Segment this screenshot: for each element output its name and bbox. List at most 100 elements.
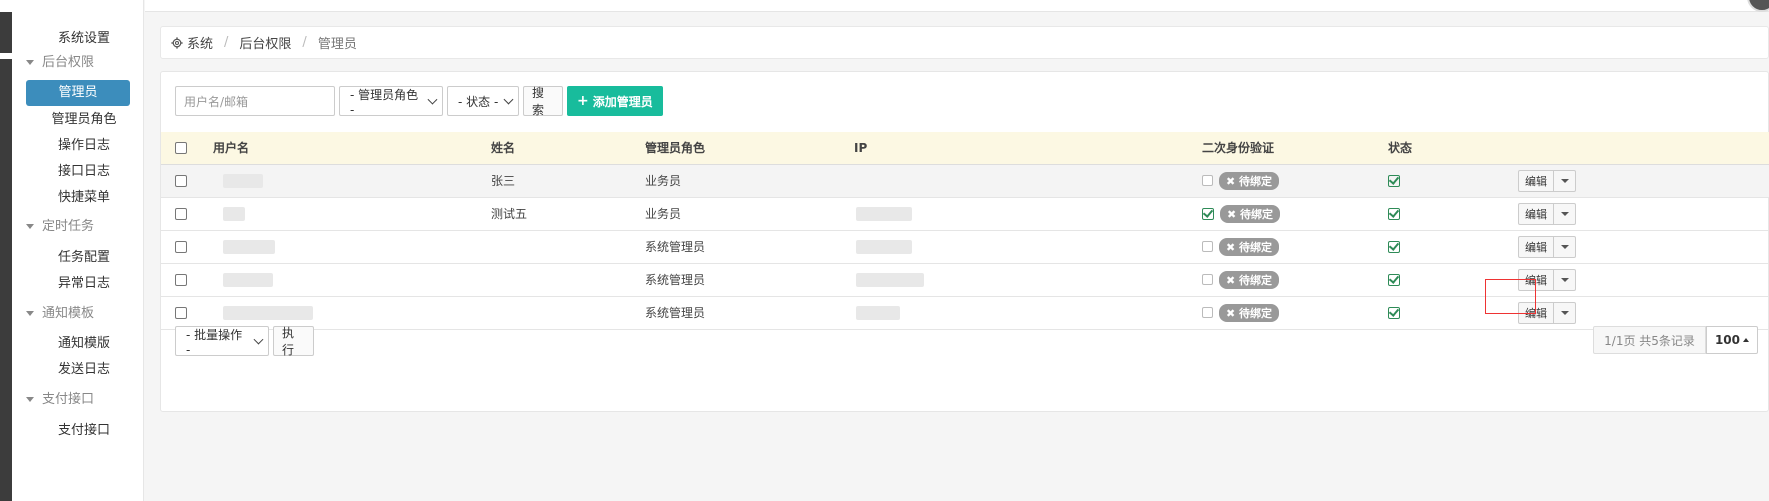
caret-down-icon [1560, 211, 1569, 216]
row-checkbox[interactable] [175, 208, 187, 220]
row-checkbox[interactable] [175, 175, 187, 187]
sidebar-item-admins[interactable]: 管理员 [26, 80, 130, 106]
twofa-cell: ✖ 待绑定 [1202, 230, 1388, 264]
sidebar-group-backend-permissions[interactable]: 后台权限 [26, 50, 94, 76]
redacted-ip [856, 305, 900, 320]
row-checkbox[interactable] [175, 274, 187, 286]
edit-dropdown-toggle[interactable] [1554, 169, 1576, 192]
edit-dropdown-toggle[interactable] [1554, 301, 1576, 324]
sidebar-item-operation-log[interactable]: 操作日志 [26, 133, 142, 159]
table-row[interactable]: 测试五 业务员 ✖ 待绑定 编辑 [161, 197, 1769, 231]
breadcrumb: 系统 / 后台权限 / 管理员 [160, 26, 1769, 59]
table-row[interactable]: 系统管理员 ✖ 待绑定 编辑 [161, 230, 1769, 264]
sidebar-item-notification-template[interactable]: 通知模版 [26, 331, 142, 357]
edit-dropdown-toggle[interactable] [1554, 235, 1576, 258]
status-select[interactable]: - 状态 - [447, 86, 519, 116]
col-name[interactable]: 姓名 [491, 132, 645, 165]
page-size-value: 100 [1714, 333, 1740, 347]
close-icon: ✖ [1226, 273, 1240, 287]
twofa-badge: ✖ 待绑定 [1219, 171, 1280, 190]
col-role[interactable]: 管理员角色 [645, 132, 854, 165]
role-select-value: - 管理员角色 - [350, 87, 419, 117]
username-cell [213, 230, 491, 264]
username-cell [213, 296, 491, 330]
edit-dropdown-toggle[interactable] [1554, 268, 1576, 291]
sidebar-group-label: 通知模板 [42, 306, 95, 321]
search-button[interactable]: 搜索 [523, 86, 563, 117]
sidebar-item-system-settings[interactable]: 系统设置 [26, 26, 142, 52]
avatar[interactable] [1747, 0, 1769, 12]
ip-cell [854, 296, 1202, 330]
select-all-checkbox[interactable] [175, 142, 187, 155]
name-text: 测试五 [491, 207, 528, 221]
name-cell: 测试五 [491, 197, 645, 231]
edit-dropdown-toggle[interactable] [1554, 202, 1576, 225]
role-text: 系统管理员 [645, 306, 706, 320]
status-checkbox[interactable] [1388, 307, 1400, 319]
twofa-badge: ✖ 待绑定 [1220, 204, 1281, 223]
edit-button[interactable]: 编辑 [1518, 169, 1554, 192]
ip-cell [854, 197, 1202, 231]
breadcrumb-root[interactable]: 系统 [187, 33, 213, 52]
twofa-cell: ✖ 待绑定 [1202, 164, 1388, 198]
name-text: 张三 [491, 174, 516, 188]
sidebar-item-error-log[interactable]: 异常日志 [26, 271, 142, 297]
sidebar-item-api-log[interactable]: 接口日志 [26, 159, 142, 185]
batch-select[interactable]: - 批量操作 - [175, 326, 269, 357]
ip-cell [854, 263, 1202, 297]
sidebar-group-payment-api[interactable]: 支付接口 [26, 387, 94, 413]
row-checkbox[interactable] [175, 241, 187, 253]
col-ip[interactable]: IP [854, 132, 1202, 165]
close-icon: ✖ [1227, 207, 1241, 221]
sidebar-group-scheduled-tasks[interactable]: 定时任务 [26, 214, 94, 240]
caret-down-icon [26, 224, 34, 229]
status-checkbox[interactable] [1388, 208, 1400, 220]
role-select[interactable]: - 管理员角色 - [339, 86, 443, 117]
edit-button-group: 编辑 [1518, 202, 1576, 225]
status-checkbox[interactable] [1388, 241, 1400, 253]
add-admin-button[interactable]: + 添加管理员 [567, 86, 663, 116]
close-icon: ✖ [1226, 240, 1240, 254]
username-cell [213, 197, 491, 231]
twofa-checkbox[interactable] [1202, 175, 1213, 186]
col-2fa[interactable]: 二次身份验证 [1202, 132, 1388, 165]
chevron-down-icon [253, 334, 264, 344]
filter-toolbar: 用户名/邮箱 - 管理员角色 - - 状态 - 搜索 + 添加管理员 [175, 86, 663, 117]
status-checkbox[interactable] [1388, 175, 1400, 187]
col-username[interactable]: 用户名 [213, 132, 491, 165]
search-input[interactable]: 用户名/邮箱 [175, 86, 335, 116]
twofa-badge-text: 待绑定 [1239, 306, 1273, 320]
sidebar-item-admin-roles[interactable]: 管理员角色 [26, 107, 142, 133]
twofa-checkbox[interactable] [1202, 207, 1214, 220]
redacted-username [223, 305, 313, 320]
select-all-cell [161, 132, 213, 165]
twofa-checkbox[interactable] [1202, 307, 1213, 318]
sidebar-group-notification-templates[interactable]: 通知模板 [26, 301, 94, 327]
execute-button[interactable]: 执行 [273, 326, 314, 357]
sidebar-item-payment-api[interactable]: 支付接口 [26, 418, 142, 444]
page-size-dropdown[interactable]: 100 [1705, 326, 1758, 354]
twofa-checkbox[interactable] [1202, 274, 1213, 285]
breadcrumb-separator: / [302, 35, 307, 50]
top-bar [145, 0, 1769, 12]
twofa-checkbox[interactable] [1202, 241, 1213, 252]
breadcrumb-level2[interactable]: 后台权限 [239, 33, 291, 52]
edit-button[interactable]: 编辑 [1518, 202, 1554, 225]
sidebar-item-shortcut-menu[interactable]: 快捷菜单 [26, 185, 142, 211]
pager-info: 1/1页 共5条记录 [1593, 326, 1706, 354]
status-checkbox[interactable] [1388, 274, 1400, 286]
edit-button[interactable]: 编辑 [1518, 235, 1554, 258]
sidebar-item-task-config[interactable]: 任务配置 [26, 245, 142, 271]
twofa-cell: ✖ 待绑定 [1202, 296, 1388, 330]
col-status[interactable]: 状态 [1388, 132, 1518, 165]
caret-up-icon [1743, 338, 1749, 342]
sidebar: 系统设置 后台权限 管理员 管理员角色 操作日志 接口日志 快捷菜单 定时任务 … [12, 0, 144, 501]
username-cell [213, 263, 491, 297]
role-text: 系统管理员 [645, 240, 706, 254]
breadcrumb-separator: / [224, 35, 229, 50]
row-checkbox[interactable] [175, 307, 187, 319]
table-row[interactable]: 张三 业务员 ✖ 待绑定 编辑 [161, 164, 1769, 198]
sidebar-item-send-log[interactable]: 发送日志 [26, 357, 142, 383]
row-select-cell [161, 230, 213, 264]
sidebar-group-label: 后台权限 [42, 55, 95, 70]
